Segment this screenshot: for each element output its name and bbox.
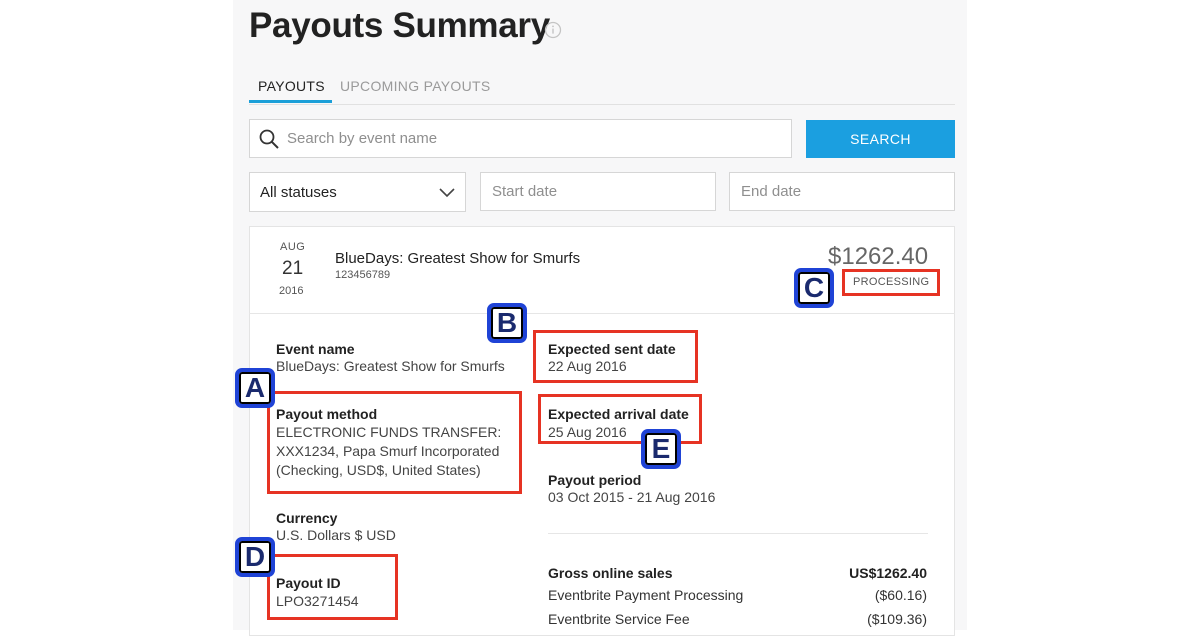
currency-value: U.S. Dollars $ USD xyxy=(276,527,396,543)
highlight-box-payout-id xyxy=(267,554,398,620)
annotation-marker-b: B xyxy=(487,303,527,343)
end-date-input[interactable]: End date xyxy=(729,172,955,211)
annotation-marker-e: E xyxy=(641,429,681,469)
status-select-value: All statuses xyxy=(260,184,337,201)
annotation-marker-d: D xyxy=(235,537,275,577)
payout-date-day: 21 xyxy=(282,258,304,279)
event-name-value: BlueDays: Greatest Show for Smurfs xyxy=(276,358,505,374)
payout-event-title[interactable]: BlueDays: Greatest Show for Smurfs xyxy=(335,250,580,267)
annotation-marker-a: A xyxy=(235,368,275,408)
payout-event-number: 123456789 xyxy=(335,269,391,281)
status-select[interactable]: All statuses xyxy=(249,172,466,212)
currency-label: Currency xyxy=(276,510,338,526)
start-date-input[interactable]: Start date xyxy=(480,172,716,211)
tab-payouts[interactable]: PAYOUTS xyxy=(258,78,325,94)
payout-amount: $1262.40 xyxy=(828,243,929,270)
highlight-box-payout-method xyxy=(267,391,522,494)
start-date-placeholder: Start date xyxy=(492,183,558,200)
chevron-down-icon xyxy=(439,188,455,198)
annotation-marker-c: C xyxy=(794,268,834,308)
summary-value-service-fee: ($109.36) xyxy=(867,611,927,627)
payout-date-year: 2016 xyxy=(279,285,304,297)
end-date-placeholder: End date xyxy=(741,183,802,200)
info-circle-icon[interactable] xyxy=(544,21,562,39)
summary-divider xyxy=(548,533,928,534)
payout-date-month: AUG xyxy=(280,241,306,253)
search-placeholder: Search by event name xyxy=(287,130,438,147)
summary-label-gross: Gross online sales xyxy=(548,565,673,581)
search-input[interactable]: Search by event name xyxy=(249,119,792,158)
tabs-divider xyxy=(249,104,955,105)
summary-value-gross: US$1262.40 xyxy=(849,565,927,581)
event-name-label: Event name xyxy=(276,341,355,357)
summary-label-processing: Eventbrite Payment Processing xyxy=(548,587,744,603)
card-divider xyxy=(249,313,955,314)
search-button[interactable]: SEARCH xyxy=(806,120,955,158)
search-icon xyxy=(259,129,279,149)
summary-value-processing: ($60.16) xyxy=(874,587,927,603)
active-tab-indicator xyxy=(249,100,332,103)
payout-period-label: Payout period xyxy=(548,472,642,488)
page-title: Payouts Summary xyxy=(249,6,550,45)
highlight-box-expected-sent xyxy=(533,330,698,383)
summary-label-service-fee: Eventbrite Service Fee xyxy=(548,611,690,627)
tab-upcoming-payouts[interactable]: UPCOMING PAYOUTS xyxy=(340,78,491,94)
payout-period-value: 03 Oct 2015 - 21 Aug 2016 xyxy=(548,489,716,505)
highlight-box-status xyxy=(842,269,940,296)
